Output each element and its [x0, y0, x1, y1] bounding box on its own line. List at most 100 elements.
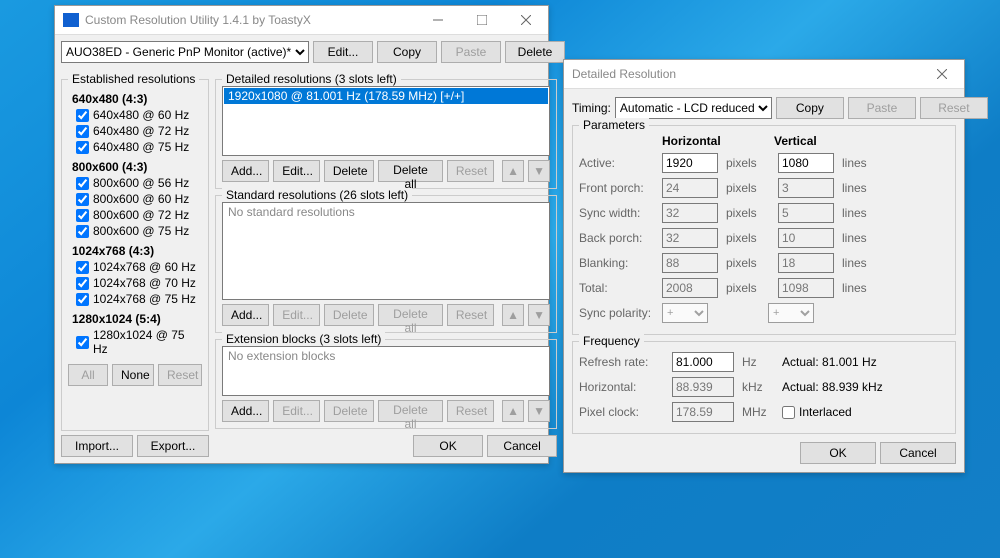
- close-button[interactable]: [504, 6, 548, 34]
- det-edit-button[interactable]: Edit...: [273, 160, 320, 182]
- ext-add-button[interactable]: Add...: [222, 400, 269, 422]
- active-v-input[interactable]: [778, 153, 834, 173]
- bp-label: Back porch:: [579, 231, 654, 245]
- res-header-800: 800x600 (4:3): [72, 160, 202, 174]
- standard-group: Standard resolutions (26 slots left) No …: [215, 195, 557, 333]
- std-up-button[interactable]: ▲: [502, 304, 524, 326]
- ext-edit-button[interactable]: Edit...: [273, 400, 320, 422]
- monitor-copy-button[interactable]: Copy: [377, 41, 437, 63]
- fp-v-input: [778, 178, 834, 198]
- std-deleteall-button[interactable]: Delete all: [378, 304, 443, 326]
- timing-select[interactable]: Automatic - LCD reduced: [615, 97, 772, 119]
- cru-window: Custom Resolution Utility 1.4.1 by Toast…: [54, 5, 549, 464]
- active-h-input[interactable]: [662, 153, 718, 173]
- std-reset-button[interactable]: Reset: [447, 304, 494, 326]
- frequency-legend: Frequency: [579, 334, 644, 348]
- det-deleteall-button[interactable]: Delete all: [378, 160, 443, 182]
- rr-label: Refresh rate:: [579, 355, 664, 369]
- tot-h-input: [662, 278, 718, 298]
- timing-reset-button[interactable]: Reset: [920, 97, 988, 119]
- sp-v-select: +: [768, 303, 814, 323]
- bl-v-input: [778, 253, 834, 273]
- export-button[interactable]: Export...: [137, 435, 209, 457]
- bp-v-input: [778, 228, 834, 248]
- fp-label: Front porch:: [579, 181, 654, 195]
- ext-up-button[interactable]: ▲: [502, 400, 524, 422]
- chk-1024-75[interactable]: 1024x768 @ 75 Hz: [76, 292, 202, 306]
- chk-800-60[interactable]: 800x600 @ 60 Hz: [76, 192, 202, 206]
- h-header: Horizontal: [662, 134, 766, 148]
- dialog-cancel-button[interactable]: Cancel: [880, 442, 956, 464]
- detailed-list[interactable]: 1920x1080 @ 81.001 Hz (178.59 MHz) [+/+]: [222, 86, 550, 156]
- tot-v-input: [778, 278, 834, 298]
- standard-empty: No standard resolutions: [224, 204, 548, 220]
- sw-label: Sync width:: [579, 206, 654, 220]
- extension-empty: No extension blocks: [224, 348, 548, 364]
- std-down-button[interactable]: ▼: [528, 304, 550, 326]
- det-down-button[interactable]: ▼: [528, 160, 550, 182]
- chk-640-60[interactable]: 640x480 @ 60 Hz: [76, 108, 202, 122]
- chk-800-72[interactable]: 800x600 @ 72 Hz: [76, 208, 202, 222]
- main-ok-button[interactable]: OK: [413, 435, 483, 457]
- monitor-paste-button[interactable]: Paste: [441, 41, 501, 63]
- chk-1024-60[interactable]: 1024x768 @ 60 Hz: [76, 260, 202, 274]
- monitor-edit-button[interactable]: Edit...: [313, 41, 373, 63]
- established-group: Established resolutions 640x480 (4:3) 64…: [61, 79, 209, 431]
- rr-actual: Actual: 81.001 Hz: [782, 355, 877, 369]
- timing-paste-button[interactable]: Paste: [848, 97, 916, 119]
- monitor-delete-button[interactable]: Delete: [505, 41, 565, 63]
- est-none-button[interactable]: None: [112, 364, 154, 386]
- est-reset-button[interactable]: Reset: [158, 364, 202, 386]
- frequency-group: Frequency Refresh rate:HzActual: 81.001 …: [572, 341, 956, 434]
- bl-label: Blanking:: [579, 256, 654, 270]
- det-reset-button[interactable]: Reset: [447, 160, 494, 182]
- window-title: Custom Resolution Utility 1.4.1 by Toast…: [85, 13, 416, 27]
- chk-1024-70[interactable]: 1024x768 @ 70 Hz: [76, 276, 202, 290]
- dialog-close-button[interactable]: [920, 60, 964, 88]
- minimize-button[interactable]: [416, 6, 460, 34]
- fp-h-input: [662, 178, 718, 198]
- hz-actual: Actual: 88.939 kHz: [782, 380, 883, 394]
- chk-1280-75[interactable]: 1280x1024 @ 75 Hz: [76, 328, 202, 356]
- extension-list[interactable]: No extension blocks: [222, 346, 550, 396]
- bp-h-input: [662, 228, 718, 248]
- chk-800-75[interactable]: 800x600 @ 75 Hz: [76, 224, 202, 238]
- det-up-button[interactable]: ▲: [502, 160, 524, 182]
- pc-input: [672, 402, 734, 422]
- res-header-640: 640x480 (4:3): [72, 92, 202, 106]
- interlaced-checkbox[interactable]: Interlaced: [782, 405, 852, 419]
- standard-legend: Standard resolutions (26 slots left): [222, 188, 412, 202]
- chk-800-56[interactable]: 800x600 @ 56 Hz: [76, 176, 202, 190]
- ext-reset-button[interactable]: Reset: [447, 400, 494, 422]
- std-add-button[interactable]: Add...: [222, 304, 269, 326]
- rr-input[interactable]: [672, 352, 734, 372]
- sw-v-input: [778, 203, 834, 223]
- dialog-ok-button[interactable]: OK: [800, 442, 876, 464]
- monitor-select[interactable]: AUO38ED - Generic PnP Monitor (active)*: [61, 41, 309, 63]
- std-edit-button[interactable]: Edit...: [273, 304, 320, 326]
- pc-label: Pixel clock:: [579, 405, 664, 419]
- import-button[interactable]: Import...: [61, 435, 133, 457]
- sp-h-select: +: [662, 303, 708, 323]
- timing-copy-button[interactable]: Copy: [776, 97, 844, 119]
- hz-label: Horizontal:: [579, 380, 664, 394]
- chk-640-75[interactable]: 640x480 @ 75 Hz: [76, 140, 202, 154]
- ext-down-button[interactable]: ▼: [528, 400, 550, 422]
- std-delete-button[interactable]: Delete: [324, 304, 374, 326]
- res-header-1024: 1024x768 (4:3): [72, 244, 202, 258]
- ext-delete-button[interactable]: Delete: [324, 400, 374, 422]
- main-cancel-button[interactable]: Cancel: [487, 435, 557, 457]
- detailed-resolution-dialog: Detailed Resolution Timing: Automatic - …: [563, 59, 965, 473]
- detailed-item[interactable]: 1920x1080 @ 81.001 Hz (178.59 MHz) [+/+]: [224, 88, 548, 104]
- extension-group: Extension blocks (3 slots left) No exten…: [215, 339, 557, 429]
- standard-list[interactable]: No standard resolutions: [222, 202, 550, 300]
- ext-deleteall-button[interactable]: Delete all: [378, 400, 443, 422]
- tot-label: Total:: [579, 281, 654, 295]
- det-delete-button[interactable]: Delete: [324, 160, 374, 182]
- dialog-title: Detailed Resolution: [572, 67, 920, 81]
- det-add-button[interactable]: Add...: [222, 160, 269, 182]
- est-all-button[interactable]: All: [68, 364, 108, 386]
- extension-legend: Extension blocks (3 slots left): [222, 332, 385, 346]
- chk-640-72[interactable]: 640x480 @ 72 Hz: [76, 124, 202, 138]
- maximize-button[interactable]: [460, 6, 504, 34]
